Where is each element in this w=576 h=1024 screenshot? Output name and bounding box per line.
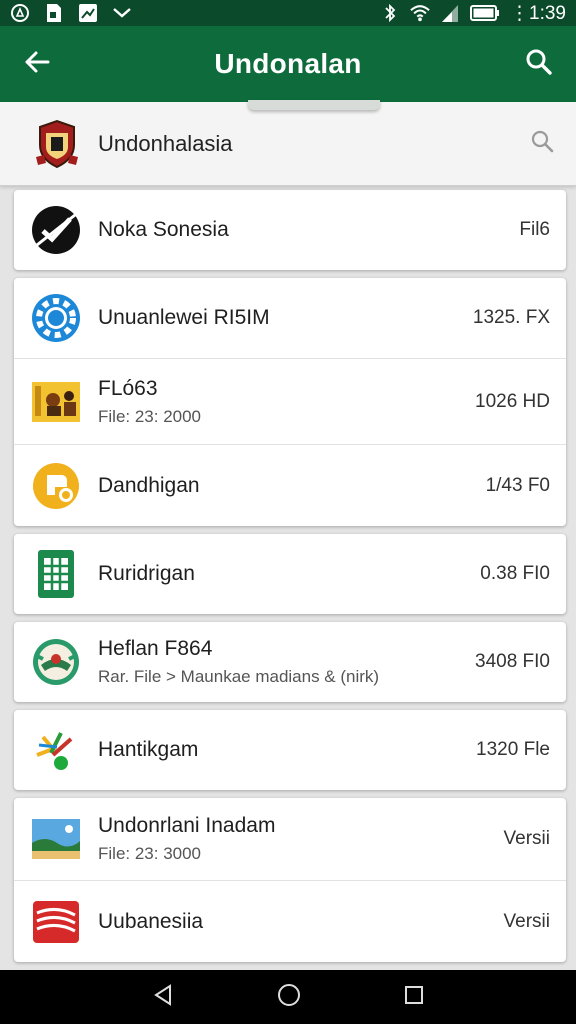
search-icon bbox=[525, 48, 553, 81]
item-meta: Fil6 bbox=[519, 219, 550, 240]
item-name: Uubanesiia bbox=[98, 909, 204, 933]
poker-chip-icon bbox=[30, 292, 82, 344]
home-circle-icon[interactable] bbox=[276, 982, 302, 1013]
nav-bar bbox=[0, 970, 576, 1024]
status-bar-right: ⋮1:39 bbox=[380, 2, 566, 25]
list-item[interactable]: Heflan F864 Rar. File > Maunkae madians … bbox=[14, 622, 566, 702]
check-circle-icon bbox=[30, 204, 82, 256]
back-button[interactable] bbox=[0, 26, 74, 102]
file-list: Noka Sonesia Fil6 Unuanlewei RI5IM 1325.… bbox=[14, 190, 566, 970]
battery-icon bbox=[470, 3, 500, 23]
list-card: Undonrlani Inadam File: 23: 3000 Versii … bbox=[14, 798, 566, 962]
item-name: Dandhigan bbox=[98, 473, 200, 497]
sparkle-icon bbox=[30, 724, 82, 776]
item-meta: 1026 HD bbox=[475, 390, 550, 412]
list-item[interactable]: Uubanesiia Versii bbox=[14, 880, 566, 962]
search-bar-title: Undonhalasia bbox=[98, 130, 233, 156]
list-card: Hantikgam 1320 Fle bbox=[14, 710, 566, 790]
list-card: Ruridrigan 0.38 FI0 bbox=[14, 534, 566, 614]
image-icon bbox=[78, 3, 98, 23]
search-bar[interactable]: Undonhalasia bbox=[0, 102, 576, 186]
item-meta: 3408 FI0 bbox=[475, 651, 550, 672]
signal-mute-icon bbox=[112, 3, 132, 23]
item-meta: 1325. FX bbox=[472, 307, 550, 328]
item-name: Ruridrigan bbox=[98, 562, 195, 585]
app-bar: Undonalan bbox=[0, 26, 576, 102]
item-meta: Versii bbox=[503, 910, 550, 932]
item-name: FLó63 bbox=[98, 376, 158, 400]
status-bar-left-icons bbox=[10, 3, 132, 23]
yellow-badge-icon bbox=[30, 460, 82, 512]
tab-indicator bbox=[248, 100, 380, 110]
list-card: Noka Sonesia Fil6 bbox=[14, 190, 566, 270]
item-subtitle: Rar. File > Maunkae madians & (nirk) bbox=[98, 667, 380, 686]
item-name: Hantikgam bbox=[98, 738, 199, 761]
item-name: Unuanlewei RI5IM bbox=[98, 306, 270, 329]
item-meta: 1/43 F0 bbox=[485, 474, 550, 496]
item-name: Undonrlani Inadam bbox=[98, 814, 276, 837]
notification-icon bbox=[10, 3, 30, 23]
list-item[interactable]: Noka Sonesia Fil6 bbox=[14, 190, 566, 270]
list-item[interactable]: Undonrlani Inadam File: 23: 3000 Versii bbox=[14, 798, 566, 880]
list-item[interactable]: Hantikgam 1320 Fle bbox=[14, 710, 566, 790]
item-name: Noka Sonesia bbox=[98, 218, 229, 241]
app-bar-search-button[interactable] bbox=[502, 26, 576, 102]
item-name: Heflan F864 bbox=[98, 637, 213, 660]
list-item[interactable]: FLó63 File: 23: 2000 1026 HD bbox=[14, 358, 566, 444]
bluetooth-icon bbox=[380, 3, 400, 23]
app-bar-title: Undonalan bbox=[214, 48, 362, 79]
item-meta: Versii bbox=[503, 828, 550, 849]
list-item[interactable]: Dandhigan 1/43 F0 bbox=[14, 444, 566, 526]
spreadsheet-icon bbox=[30, 548, 82, 600]
item-meta: 0.38 FI0 bbox=[480, 563, 550, 584]
crest-logo-icon bbox=[30, 117, 84, 171]
item-subtitle: File: 23: 2000 bbox=[98, 406, 202, 426]
game-image-icon bbox=[30, 376, 82, 428]
search-icon[interactable] bbox=[530, 129, 554, 158]
item-meta: 1320 Fle bbox=[476, 739, 550, 760]
item-subtitle: File: 23: 3000 bbox=[98, 844, 202, 863]
cell-signal-icon bbox=[440, 3, 460, 23]
status-time: ⋮1:39 bbox=[510, 2, 566, 24]
file-icon bbox=[44, 3, 64, 23]
list-card: Heflan F864 Rar. File > Maunkae madians … bbox=[14, 622, 566, 702]
wifi-icon bbox=[410, 3, 430, 23]
arrow-back-icon bbox=[22, 47, 52, 82]
list-card: Unuanlewei RI5IM 1325. FX FLó63 File: 23… bbox=[14, 278, 566, 526]
status-bar: ⋮1:39 bbox=[0, 0, 576, 26]
list-item[interactable]: Unuanlewei RI5IM 1325. FX bbox=[14, 278, 566, 358]
back-triangle-icon[interactable] bbox=[151, 983, 175, 1012]
list-item[interactable]: Ruridrigan 0.38 FI0 bbox=[14, 534, 566, 614]
landscape-icon bbox=[30, 813, 82, 865]
recents-square-icon[interactable] bbox=[403, 984, 425, 1011]
emblem-icon bbox=[30, 636, 82, 688]
red-flag-icon bbox=[30, 896, 82, 948]
